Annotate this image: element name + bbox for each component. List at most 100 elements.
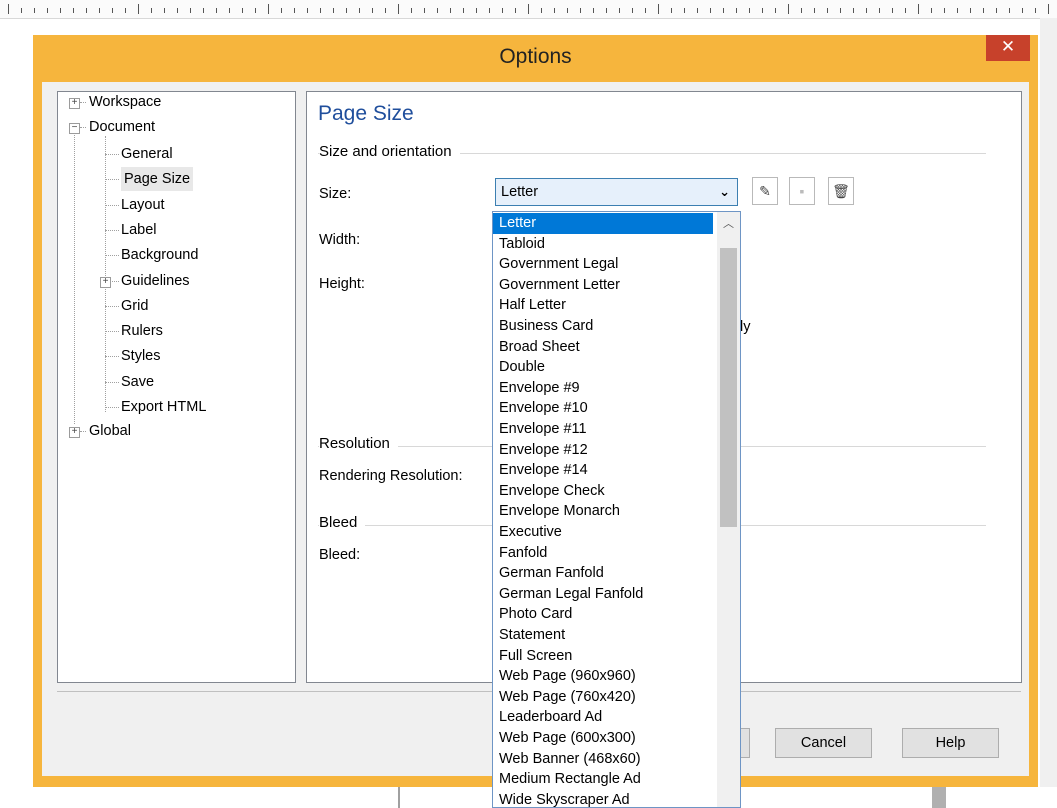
trash-icon: 🗑 — [832, 183, 850, 199]
background-divider — [398, 787, 400, 808]
ruler-tick — [892, 8, 893, 13]
rendering-resolution-label: Rendering Resolution: — [319, 468, 463, 484]
ruler-tick — [502, 8, 503, 13]
ruler-tick — [112, 8, 113, 13]
ruler-tick — [996, 8, 997, 13]
ruler-tick — [671, 8, 672, 13]
tree-item-label: Global — [89, 423, 131, 439]
ruler-tick — [645, 8, 646, 13]
scrollbar-thumb[interactable] — [720, 248, 737, 527]
dropdown-option[interactable]: Letter — [493, 213, 713, 234]
dropdown-option[interactable]: German Fanfold — [493, 563, 713, 584]
ruler-tick — [710, 8, 711, 13]
dropdown-option[interactable]: Envelope Check — [493, 481, 713, 502]
ruler-tick — [320, 8, 321, 13]
dialog-title: Options — [499, 45, 572, 68]
tree-item-label: Workspace — [89, 94, 162, 110]
ruler-tick — [385, 8, 386, 13]
tree-item-label: Page Size — [121, 167, 194, 192]
size-select[interactable]: Letter ⌄ — [495, 178, 738, 206]
dropdown-option[interactable]: Government Letter — [493, 275, 713, 296]
group-size-orientation: Size and orientation — [319, 143, 460, 160]
ruler-tick — [1048, 4, 1049, 14]
ruler-tick — [606, 8, 607, 13]
help-button[interactable]: Help — [902, 728, 999, 758]
dropdown-option[interactable]: Envelope Monarch — [493, 501, 713, 522]
dropdown-option[interactable]: Half Letter — [493, 295, 713, 316]
dropdown-option[interactable]: Photo Card — [493, 604, 713, 625]
partial-label-text: ly — [740, 319, 751, 335]
ruler-tick — [346, 8, 347, 13]
close-button[interactable]: ✕ — [986, 35, 1030, 61]
expand-plus-icon[interactable]: + — [69, 427, 80, 438]
ruler-tick — [476, 8, 477, 13]
dropdown-option[interactable]: Executive — [493, 522, 713, 543]
ruler-tick — [138, 4, 139, 14]
ruler-tick — [164, 8, 165, 13]
background-scrollbar — [932, 787, 946, 808]
close-icon: ✕ — [1000, 37, 1016, 56]
ruler-tick — [944, 8, 945, 13]
ruler-tick — [866, 8, 867, 13]
save-size-button[interactable]: ▪ — [789, 177, 815, 205]
ruler-tick — [242, 8, 243, 13]
dropdown-option[interactable]: Tabloid — [493, 234, 713, 255]
background-app-area — [1040, 18, 1057, 808]
dropdown-option[interactable]: Double — [493, 357, 713, 378]
dropdown-option[interactable]: German Legal Fanfold — [493, 584, 713, 605]
ruler-tick — [99, 8, 100, 13]
ruler-tick — [86, 8, 87, 13]
ruler-tick — [1009, 8, 1010, 13]
ruler-tick — [34, 8, 35, 13]
dropdown-option[interactable]: Web Page (960x960) — [493, 666, 713, 687]
ruler-tick — [736, 8, 737, 13]
dropdown-option[interactable]: Business Card — [493, 316, 713, 337]
scroll-up-arrow-icon[interactable]: ︿ — [717, 215, 740, 231]
dropdown-option[interactable]: Statement — [493, 625, 713, 646]
dropdown-option[interactable]: Web Banner (468x60) — [493, 749, 713, 770]
tree-connector — [105, 136, 106, 412]
tree-item-label: Document — [89, 119, 156, 135]
expand-plus-icon[interactable]: + — [69, 98, 80, 109]
ruler-tick — [190, 8, 191, 13]
tree-item-label: Grid — [121, 297, 149, 314]
edit-size-button[interactable]: ✎ — [752, 177, 778, 205]
delete-size-button[interactable]: 🗑 — [828, 177, 854, 205]
dropdown-option[interactable]: Envelope #14 — [493, 460, 713, 481]
ruler-tick — [281, 8, 282, 13]
dropdown-scrollbar[interactable]: ︿ — [717, 212, 740, 807]
expand-plus-icon[interactable]: + — [100, 276, 111, 288]
ruler-tick — [268, 4, 269, 14]
dropdown-option[interactable]: Broad Sheet — [493, 337, 713, 358]
dropdown-option[interactable]: Web Page (760x420) — [493, 687, 713, 708]
dropdown-option[interactable]: Medium Rectangle Ad — [493, 769, 713, 790]
dropdown-option[interactable]: Leaderboard Ad — [493, 707, 713, 728]
ruler-tick — [853, 8, 854, 13]
ruler-tick — [515, 8, 516, 13]
collapse-minus-icon[interactable]: − — [69, 123, 80, 134]
dialog-titlebar[interactable]: Options ✕ — [33, 35, 1038, 79]
dropdown-option[interactable]: Full Screen — [493, 646, 713, 667]
tree-item-label: Label — [121, 221, 157, 238]
ruler-tick — [905, 8, 906, 13]
ruler-tick — [814, 8, 815, 13]
ruler-tick — [47, 8, 48, 13]
dropdown-option[interactable]: Web Page (600x300) — [493, 728, 713, 749]
size-dropdown-list[interactable]: Letter Tabloid Government Legal Government … — [492, 211, 741, 808]
ruler-tick — [632, 8, 633, 13]
ruler-tick — [424, 8, 425, 13]
group-bleed: Bleed — [319, 514, 366, 531]
dropdown-option[interactable]: Fanfold — [493, 543, 713, 564]
dropdown-option[interactable]: Envelope #10 — [493, 398, 713, 419]
size-label: Size: — [319, 186, 352, 202]
dropdown-option[interactable]: Government Legal — [493, 254, 713, 275]
dropdown-option[interactable]: Envelope #12 — [493, 440, 713, 461]
ruler-tick — [931, 8, 932, 13]
cancel-button[interactable]: Cancel — [775, 728, 872, 758]
dropdown-option[interactable]: Wide Skyscraper Ad — [493, 790, 713, 807]
ruler-tick — [177, 8, 178, 13]
dropdown-option[interactable]: Envelope #11 — [493, 419, 713, 440]
tree-item-label: Guidelines — [121, 272, 190, 289]
ruler-tick — [788, 4, 789, 14]
dropdown-option[interactable]: Envelope #9 — [493, 378, 713, 399]
